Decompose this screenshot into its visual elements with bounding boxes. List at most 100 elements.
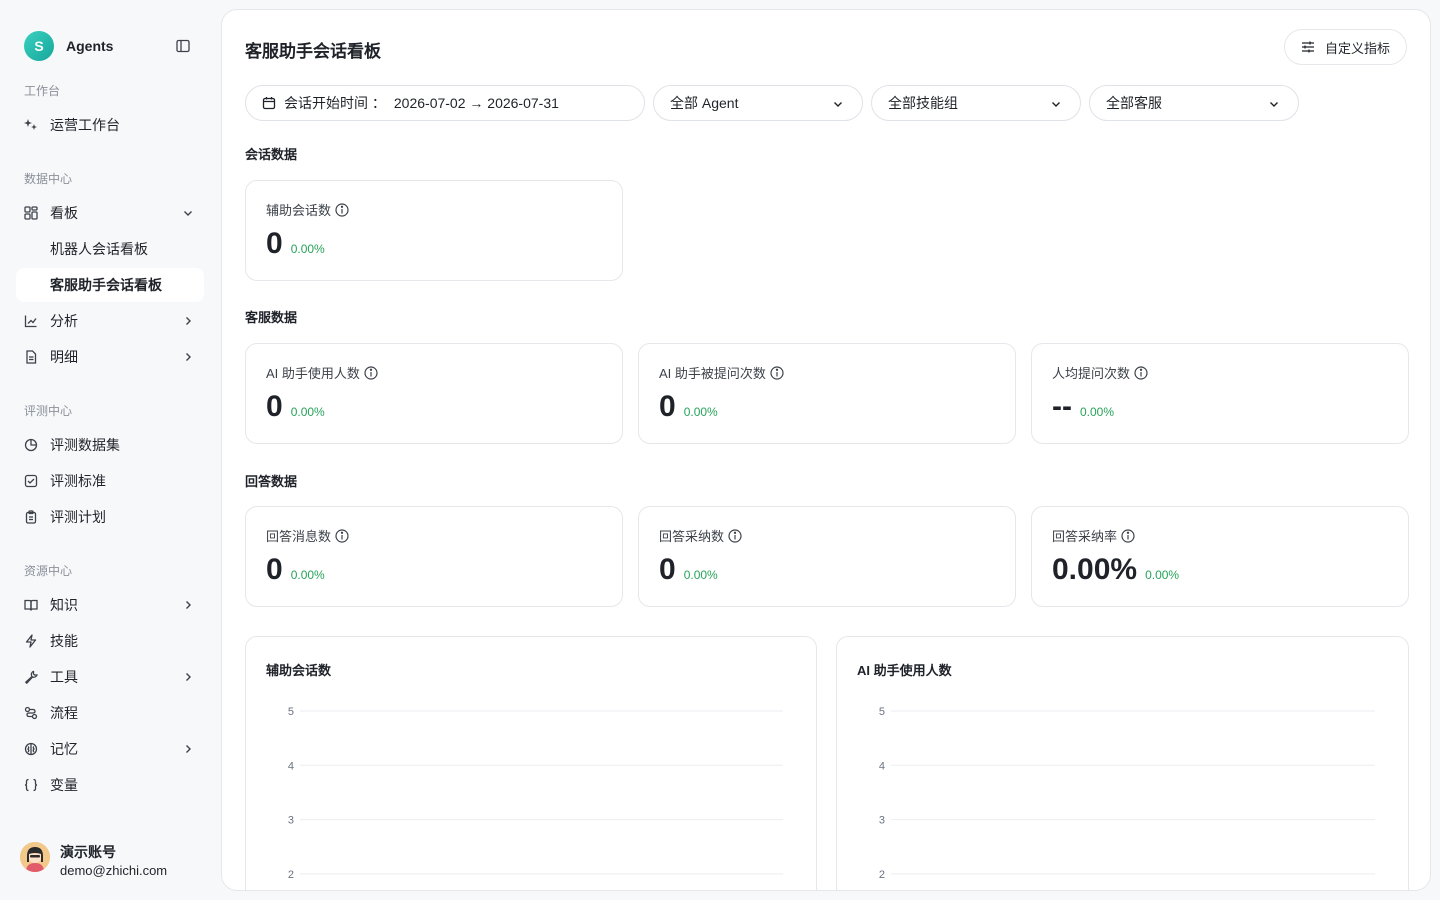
- stat-card-avg-questions: 人均提问次数 -- 0.00%: [1031, 343, 1409, 444]
- line-chart: 5 4 3 2: [879, 706, 1375, 881]
- chevron-down-icon: [834, 102, 842, 107]
- stat-card-ai-questions: AI 助手被提问次数 0 0.00%: [638, 343, 1016, 444]
- skill-group-select[interactable]: 全部技能组: [871, 85, 1081, 121]
- brand-name: Agents: [66, 38, 114, 54]
- sidebar-item-ops-workbench[interactable]: 运营工作台: [16, 108, 204, 142]
- brand: S Agents: [24, 31, 196, 61]
- sidebar-item-label: 工具: [50, 669, 78, 685]
- sidebar-item-flow[interactable]: 流程: [16, 696, 204, 730]
- sidebar: S Agents 工作台 运营工作台 数据中心 看板 机器人会话看板 客服助手会…: [0, 0, 220, 900]
- section-label-data-center: 数据中心: [24, 172, 73, 186]
- group-title-answer: 回答数据: [245, 474, 298, 489]
- stat-value: 0 0.00%: [266, 227, 325, 261]
- brand-logo: S: [24, 31, 54, 61]
- sidebar-item-label: 评测数据集: [50, 437, 120, 453]
- sidebar-item-eval-dataset[interactable]: 评测数据集: [16, 428, 204, 462]
- sidebar-item-label: 评测计划: [50, 509, 106, 525]
- lightning-icon: [24, 634, 38, 648]
- sidebar-item-label: 知识: [50, 597, 78, 613]
- stat-value-number: 0: [266, 390, 283, 423]
- sidebar-toggle-icon[interactable]: [176, 39, 190, 53]
- info-icon[interactable]: [335, 202, 349, 217]
- book-icon: [24, 598, 38, 612]
- group-title-service: 客服数据: [245, 310, 298, 325]
- y-tick-label: 3: [879, 815, 885, 827]
- stat-delta: 0.00%: [683, 568, 718, 582]
- sidebar-item-skills[interactable]: 技能: [16, 624, 204, 658]
- date-filter-value: 2026-07-02 → 2026-07-31: [393, 95, 559, 111]
- stat-label: AI 助手被提问次数: [659, 363, 784, 382]
- stat-label-text: 人均提问次数: [1052, 366, 1131, 381]
- line-chart-icon: [24, 314, 38, 328]
- stat-label-text: AI 助手被提问次数: [659, 366, 766, 381]
- stat-delta: 0.00%: [290, 568, 325, 582]
- sidebar-item-eval-standard[interactable]: 评测标准: [16, 464, 204, 498]
- brain-icon: [24, 742, 38, 756]
- sidebar-item-tools[interactable]: 工具: [16, 660, 204, 694]
- chevron-right-icon: [186, 317, 191, 325]
- chevron-down-icon: [1052, 102, 1060, 107]
- stat-value-number: 0: [659, 553, 676, 586]
- main-panel: 客服助手会话看板 自定义指标 会话开始时间 ： 2026-07-02 → 202…: [221, 9, 1431, 891]
- stat-delta: 0.00%: [1145, 568, 1180, 582]
- sidebar-item-knowledge[interactable]: 知识: [16, 588, 204, 622]
- sparkle-icon: [24, 118, 38, 132]
- stat-value-number: 0: [266, 553, 283, 586]
- stat-label-text: 辅助会话数: [266, 203, 332, 218]
- y-tick-label: 5: [879, 706, 885, 718]
- stat-label-text: 回答采纳数: [659, 529, 725, 544]
- sidebar-item-assistant-dashboard[interactable]: 客服助手会话看板: [16, 268, 204, 302]
- flow-icon: [24, 706, 38, 720]
- agent-select-value: 全部 Agent: [670, 95, 739, 111]
- avatar: [20, 842, 50, 872]
- stat-value: 0 0.00%: [659, 390, 718, 424]
- stat-label-text: 回答消息数: [266, 529, 332, 544]
- info-icon[interactable]: [728, 528, 742, 543]
- agent-select[interactable]: 全部 Agent: [653, 85, 863, 121]
- sidebar-item-bot-dashboard[interactable]: 机器人会话看板: [16, 232, 204, 266]
- sidebar-item-label: 分析: [50, 313, 78, 329]
- info-icon[interactable]: [335, 528, 349, 543]
- stat-value-number: --: [1052, 390, 1072, 423]
- y-tick-label: 2: [288, 869, 294, 881]
- stat-label: 回答采纳数: [659, 526, 742, 545]
- stat-value: 0.00% 0.00%: [1052, 553, 1179, 587]
- stat-value: -- 0.00%: [1052, 390, 1114, 424]
- stat-card-answer-adopted: 回答采纳数 0 0.00%: [638, 506, 1016, 607]
- sidebar-item-label: 评测标准: [50, 473, 106, 489]
- info-icon[interactable]: [1134, 365, 1148, 380]
- custom-metrics-button[interactable]: 自定义指标: [1283, 29, 1407, 65]
- info-icon[interactable]: [770, 365, 784, 380]
- stat-card-ai-users: AI 助手使用人数 0 0.00%: [245, 343, 623, 444]
- y-tick-label: 4: [288, 760, 294, 772]
- info-icon[interactable]: [1121, 528, 1135, 543]
- sidebar-item-details[interactable]: 明细: [16, 340, 204, 374]
- skill-group-select-value: 全部技能组: [888, 95, 958, 111]
- sidebar-item-label: 看板: [50, 205, 78, 221]
- y-tick-label: 4: [879, 760, 885, 772]
- group-title-session: 会话数据: [245, 147, 298, 162]
- stat-label-text: 回答采纳率: [1052, 529, 1118, 544]
- sidebar-item-dashboard[interactable]: 看板: [16, 196, 204, 230]
- sidebar-item-variables[interactable]: 变量: [16, 768, 204, 802]
- stat-card-answer-messages: 回答消息数 0 0.00%: [245, 506, 623, 607]
- sidebar-item-eval-plan[interactable]: 评测计划: [16, 500, 204, 534]
- date-range-filter[interactable]: 会话开始时间 ： 2026-07-02 → 2026-07-31: [245, 85, 645, 121]
- calendar-icon: [262, 97, 276, 110]
- service-agent-select[interactable]: 全部客服: [1089, 85, 1299, 121]
- sidebar-item-label: 机器人会话看板: [50, 241, 148, 257]
- stat-label-text: AI 助手使用人数: [266, 366, 360, 381]
- user-email: demo@zhichi.com: [60, 863, 168, 878]
- info-icon[interactable]: [364, 365, 378, 380]
- line-chart: 5 4 3 2: [288, 706, 783, 881]
- y-tick-label: 5: [288, 706, 294, 718]
- sidebar-item-memory[interactable]: 记忆: [16, 732, 204, 766]
- clipboard-icon: [24, 510, 38, 524]
- user-profile[interactable]: 演示账号 demo@zhichi.com: [20, 840, 210, 880]
- date-filter-label: 会话开始时间 ：: [284, 95, 386, 111]
- custom-metrics-label: 自定义指标: [1324, 40, 1390, 56]
- y-tick-label: 2: [879, 869, 885, 881]
- page-title: 客服助手会话看板: [245, 42, 381, 61]
- sidebar-item-analysis[interactable]: 分析: [16, 304, 204, 338]
- pie-icon: [24, 438, 38, 452]
